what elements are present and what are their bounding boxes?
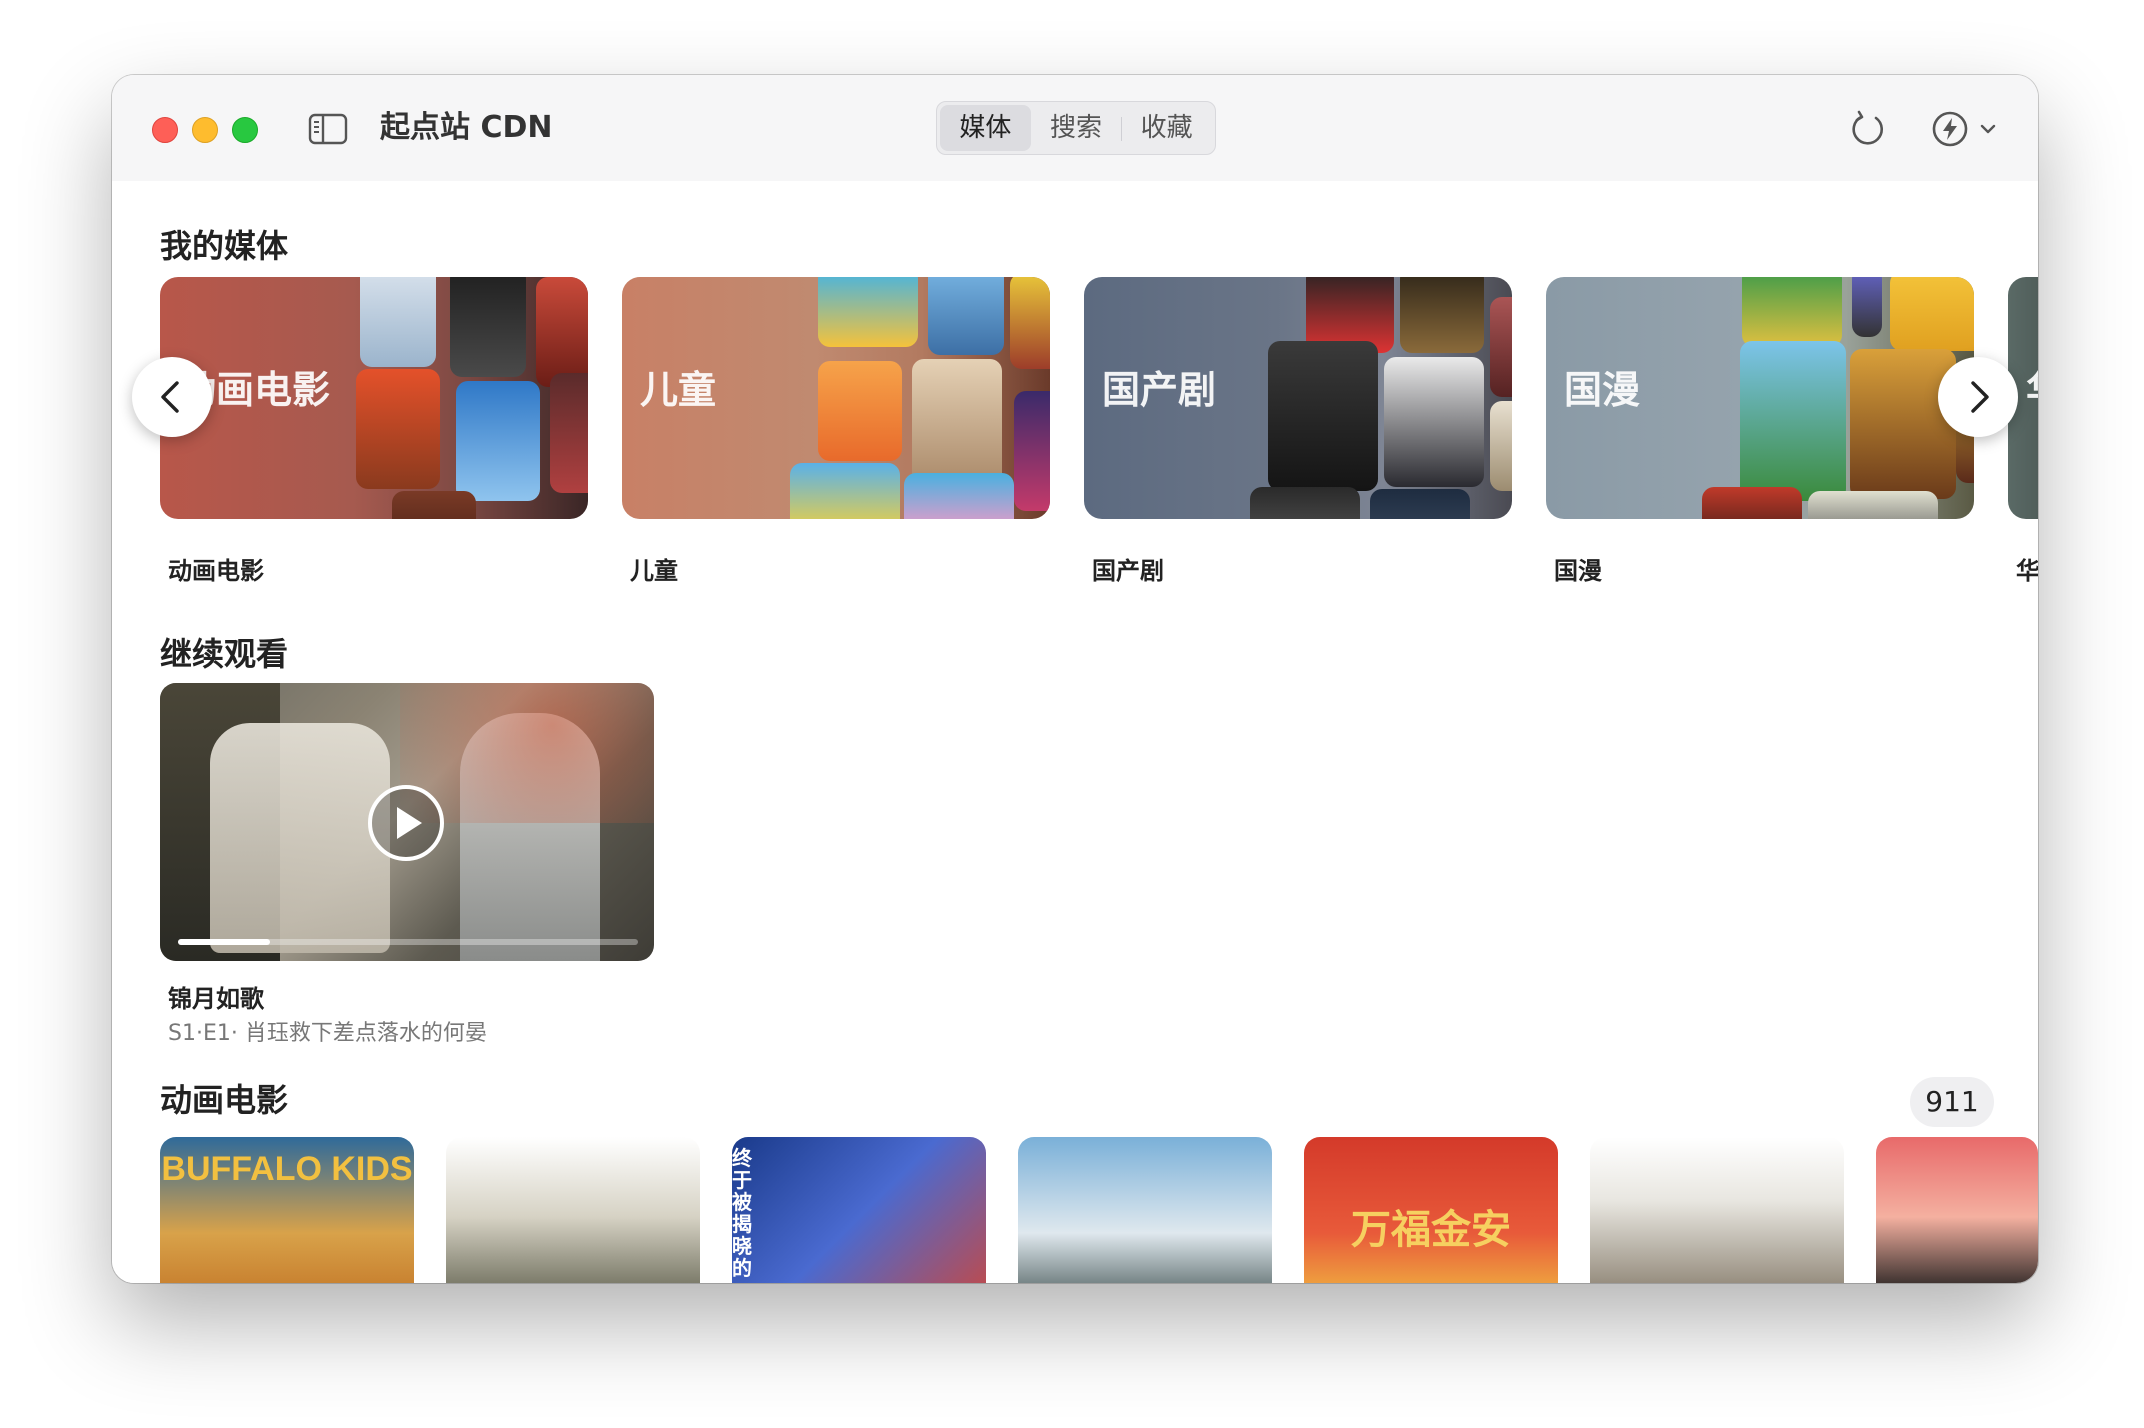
media-card-domestic-drama[interactable]: 国产剧 [1084,277,1512,519]
app-title: 起点站 CDN [380,110,553,145]
main-tabs: 媒体 搜索 收藏 [936,101,1216,155]
media-card-animated-movies[interactable]: 动画电影 [160,277,588,519]
play-icon[interactable] [366,783,446,863]
tab-search[interactable]: 搜索 [1031,105,1122,151]
carousel-prev-button[interactable] [132,357,212,437]
chevron-right-icon [1971,381,1989,413]
zoom-window-button[interactable] [232,117,258,143]
media-card-overlay-title: 国产剧 [1102,367,1217,412]
section-title-continue-watching: 继续观看 [160,635,289,673]
movie-poster[interactable]: BUFFALO KIDS [160,1137,414,1283]
minimize-window-button[interactable] [192,117,218,143]
media-label: 动画电影 [168,557,264,585]
chevron-left-icon [161,381,179,413]
media-card-overlay-title: 华语 [2026,359,2038,414]
continue-watching-subtitle: S1·E1· 肖珏救下差点落水的何晏 [168,1021,487,1046]
refresh-icon[interactable] [1848,109,1888,149]
media-label: 儿童 [630,557,678,585]
media-card-kids[interactable]: 儿童 [622,277,1050,519]
movie-poster[interactable] [1590,1137,1844,1283]
movie-poster[interactable] [1876,1137,2038,1283]
movie-poster[interactable]: 终于被揭晓的 [732,1137,986,1283]
playback-progress [178,939,638,945]
sidebar-toggle-icon[interactable] [308,113,348,145]
section-title-animated-movies: 动画电影 [160,1081,289,1119]
titlebar: 起点站 CDN 媒体 搜索 收藏 [112,75,2038,182]
tab-media[interactable]: 媒体 [940,105,1031,151]
carousel-next-button[interactable] [1938,357,2018,437]
media-card-overlay-title: 国漫 [1564,367,1641,412]
app-window: 起点站 CDN 媒体 搜索 收藏 我的媒体 动画电影 动画电影 儿童 儿童 国产… [112,75,2038,1283]
media-card-overlay-title: 儿童 [640,367,717,412]
count-badge[interactable]: 911 [1910,1077,1994,1127]
movie-poster[interactable] [1018,1137,1272,1283]
media-card-chinese-animation[interactable]: 国漫 [1546,277,1974,519]
media-label: 华语 [2016,557,2038,585]
continue-watching-card[interactable] [160,683,654,961]
movie-poster[interactable] [446,1137,700,1283]
playback-progress-fill [178,939,270,945]
bolt-icon[interactable] [1930,109,1970,149]
main-content: 我的媒体 动画电影 动画电影 儿童 儿童 国产剧 国产剧 国漫 国漫 华 继续观… [112,181,2038,1283]
section-title-my-media: 我的媒体 [160,227,289,265]
movie-poster[interactable]: 万福金安 [1304,1137,1558,1283]
continue-watching-title: 锦月如歌 [168,985,264,1013]
chevron-down-icon[interactable] [1978,119,1998,139]
media-label: 国漫 [1554,557,1602,585]
media-label: 国产剧 [1092,557,1164,585]
tab-favorites[interactable]: 收藏 [1121,105,1212,151]
close-window-button[interactable] [152,117,178,143]
